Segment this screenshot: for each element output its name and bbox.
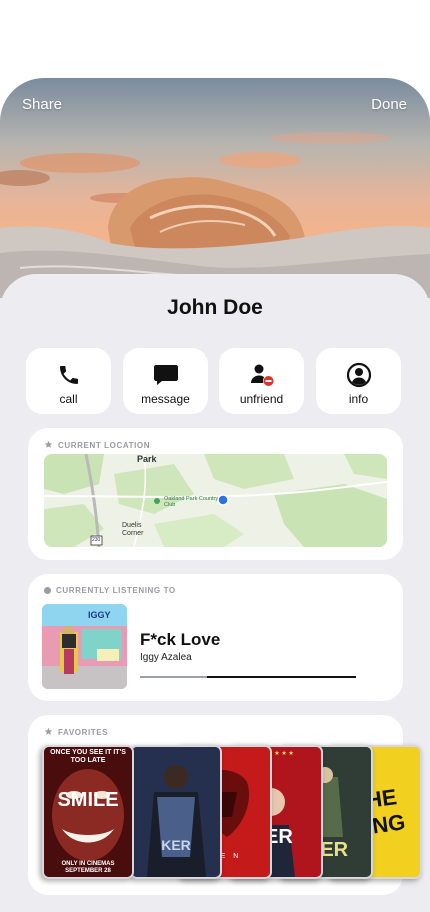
location-map[interactable]: Park Oakland Park Country Club Duelis Co…: [44, 454, 387, 547]
share-button[interactable]: Share: [22, 96, 62, 113]
phone-icon: [57, 362, 81, 388]
music-dot-icon: [44, 587, 51, 594]
listening-card: CURRENTLY LISTENING TO IGGY F*ck Love Ig…: [28, 574, 403, 701]
location-card: CURRENT LOCATION Park Oakland Park Count…: [28, 428, 403, 560]
info-button[interactable]: info: [316, 348, 401, 414]
unfriend-button[interactable]: unfriend: [219, 348, 304, 414]
song-artist: Iggy Azalea: [140, 652, 192, 663]
contact-name: John Doe: [167, 296, 263, 319]
message-label: message: [141, 392, 190, 406]
listening-label: CURRENTLY LISTENING TO: [56, 586, 176, 595]
person-circle-icon: [346, 362, 372, 388]
location-card-header: CURRENT LOCATION: [44, 440, 150, 451]
playback-progress-bar[interactable]: [140, 676, 356, 678]
done-button[interactable]: Done: [371, 96, 407, 113]
location-label: CURRENT LOCATION: [58, 441, 151, 450]
desert-rock-photo: [0, 132, 430, 298]
call-label: call: [59, 392, 78, 406]
listening-card-header: CURRENTLY LISTENING TO: [44, 586, 176, 595]
playback-progress-fill: [140, 676, 207, 678]
poster-smile-tagline: ONCE YOU SEE IT IT'S TOO LATE: [50, 749, 126, 764]
poster-black-panther[interactable]: KER: [130, 745, 222, 879]
star-icon: [44, 440, 53, 451]
album-cover[interactable]: IGGY: [42, 604, 127, 689]
call-button[interactable]: call: [26, 348, 111, 414]
person-remove-icon: [249, 362, 275, 388]
map-label-country-club: Oakland Park Country Club: [164, 496, 219, 508]
info-label: info: [348, 392, 369, 406]
poster-smile-footer: ONLY IN CINEMAS SEPTEMBER 28: [61, 861, 115, 874]
favorites-card: FAVORITES SHENING KER ★ ★ ★ ★ ★ HEAGER I…: [28, 715, 422, 895]
poster-smile-title: SMILE: [57, 789, 119, 811]
song-title: F*ck Love: [140, 630, 221, 649]
map-label-park: Park: [137, 454, 157, 464]
favorites-card-header: FAVORITES: [44, 727, 108, 738]
unfriend-label: unfriend: [239, 392, 284, 406]
map-label-route: 230: [92, 537, 101, 543]
message-bubble-icon: [153, 362, 179, 388]
message-button[interactable]: message: [123, 348, 208, 414]
poster-smile[interactable]: ONCE YOU SEE IT IT'S TOO LATE SMILE ONLY…: [42, 745, 134, 879]
action-row: call message unfriend info: [26, 348, 402, 414]
header-photo: Share Done: [0, 78, 430, 298]
album-text: IGGY: [88, 610, 111, 620]
map-label-duelis-corner: Duelis Corner: [122, 522, 144, 537]
contact-screen: Share Done John Doe call message unfrien…: [0, 78, 430, 912]
contact-sheet: John Doe call message unfriend info CURR…: [0, 274, 430, 912]
star-icon: [44, 727, 53, 738]
favorites-label: FAVORITES: [58, 728, 109, 737]
